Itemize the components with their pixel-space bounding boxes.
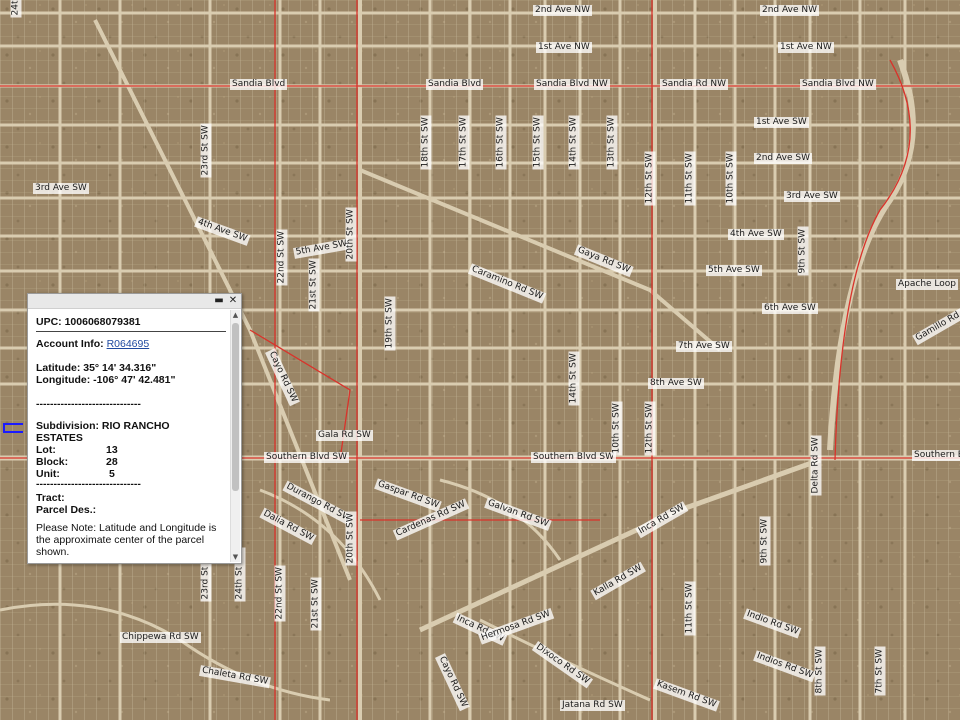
street-label: Apache Loop: [896, 279, 959, 290]
street-label: Cayo Rd SW: [435, 653, 470, 712]
street-label: 21st St SW: [308, 258, 320, 312]
street-label: Sandia Rd NW: [660, 79, 728, 90]
street-label: 7th St SW: [874, 646, 886, 696]
street-label: 1st Ave NW: [536, 42, 592, 53]
street-label: Inca Rd SW: [635, 501, 689, 539]
street-label: 4th Ave SW: [194, 216, 251, 246]
street-label: Gaspar Rd SW: [374, 478, 443, 513]
longitude-text: Longitude: -106° 47' 42.481": [36, 374, 176, 386]
street-label: 23rd St SW: [200, 123, 212, 178]
street-label: 8th St SW: [814, 646, 826, 696]
street-label: 9th St SW: [759, 516, 771, 566]
street-label: 22nd St SW: [276, 229, 288, 286]
close-icon[interactable]: ✕: [227, 295, 239, 307]
street-label: 19th St SW: [384, 296, 396, 351]
street-label: Dixoco Rd SW: [531, 640, 593, 689]
street-label: Chippewa Rd SW: [120, 632, 201, 643]
street-label: 15th St SW: [532, 115, 544, 170]
street-label: Gala Rd SW: [316, 430, 373, 441]
street-label: Southern Blvd SW: [531, 452, 616, 463]
street-label: 14th St SW: [568, 351, 580, 406]
street-label: 2nd Ave NW: [760, 5, 819, 16]
subdivision-text: Subdivision: RIO RANCHO: [36, 420, 170, 432]
street-label: Indio Rd SW: [743, 608, 802, 639]
account-info: Account Info: R064695: [36, 338, 149, 350]
street-label: 20th St SW: [345, 207, 357, 262]
divider: [36, 331, 226, 332]
street-label: 12th St SW: [644, 401, 656, 456]
street-label: 8th Ave SW: [648, 378, 704, 389]
lot-value: 13: [106, 444, 118, 456]
scroll-down-icon[interactable]: ▼: [231, 552, 240, 562]
street-label: Cayo Rd SW: [265, 348, 300, 407]
street-label: 3rd Ave SW: [33, 183, 89, 194]
street-label: Hermosa Rd SW: [478, 608, 554, 645]
street-label: 5th Ave SW: [706, 265, 762, 276]
street-label: Chaleta Rd SW: [199, 665, 271, 689]
subdivision-text-cont: ESTATES: [36, 432, 83, 444]
coordinates-note: Please Note: Latitude and Longitude is t…: [36, 522, 217, 558]
street-label: 5th Ave SW: [293, 238, 350, 259]
street-label: 7th Ave SW: [676, 341, 732, 352]
upc-text: UPC: 1006068079381: [36, 316, 141, 328]
street-label: Sandia Blvd NW: [534, 79, 610, 90]
lot-label: Lot:: [36, 444, 56, 456]
latitude-text: Latitude: 35° 14' 34.316": [36, 362, 157, 374]
dash-separator: ------------------------------: [36, 398, 141, 410]
street-label: Kasem Rd SW: [653, 678, 720, 712]
street-label: Southern Blvd SW: [264, 452, 349, 463]
street-label: 17th St SW: [458, 115, 470, 170]
tract-label: Tract:: [36, 492, 65, 504]
account-label: Account Info:: [36, 338, 107, 350]
street-label: 3rd Ave SW: [784, 191, 840, 202]
block-value: 28: [106, 456, 118, 468]
minimize-icon[interactable]: ▬: [213, 295, 225, 307]
street-label: 6th Ave SW: [762, 303, 818, 314]
street-label: Kalla Rd SW: [590, 561, 647, 601]
street-label: 2nd Ave SW: [754, 153, 812, 164]
street-label: Gamillo Rd SW: [912, 300, 960, 346]
account-link[interactable]: R064695: [107, 338, 150, 350]
street-label: 14th St SW: [568, 115, 580, 170]
street-label: Indios Rd SW: [753, 650, 817, 683]
street-label: 1st Ave SW: [754, 117, 809, 128]
street-label: Delta Rd SW: [810, 435, 822, 496]
street-label: 12th St SW: [644, 151, 656, 206]
street-label: 16th St SW: [495, 115, 507, 170]
street-label: Durango Rd SW: [282, 480, 354, 526]
street-label: Caramino Rd SW: [467, 263, 547, 304]
selected-parcel-marker: [3, 423, 23, 433]
street-label: 11th St SW: [684, 581, 696, 636]
street-label: Gaya Rd SW: [573, 244, 634, 277]
street-label: Dalia Rd SW: [259, 507, 317, 546]
popup-titlebar: ▬ ✕: [28, 294, 241, 309]
dash-separator: ------------------------------: [36, 478, 141, 490]
street-label: 13th St SW: [606, 115, 618, 170]
street-label: Sandia Blvd NW: [800, 79, 876, 90]
scroll-thumb[interactable]: [232, 323, 239, 491]
street-label: 1st Ave NW: [778, 42, 834, 53]
street-label: 22nd St SW: [274, 565, 286, 622]
street-label: Southern Blvd: [912, 450, 960, 461]
parcel-info-popup: ▬ ✕ UPC: 1006068079381 Account Info: R06…: [27, 293, 242, 564]
street-label: 10th St SW: [611, 401, 623, 456]
block-label: Block:: [36, 456, 69, 468]
scroll-up-icon[interactable]: ▲: [231, 310, 240, 320]
street-label: 4th Ave SW: [728, 229, 784, 240]
street-label: 20th St SW: [345, 511, 357, 566]
street-label: Sandia Blvd: [230, 79, 288, 90]
street-label: 21st St SW: [310, 577, 322, 631]
street-label: 24th St SW: [10, 0, 22, 18]
parcel-desc-label: Parcel Des.:: [36, 504, 97, 516]
popup-scrollbar[interactable]: ▲ ▼: [230, 310, 240, 562]
street-label: 9th St SW: [797, 226, 809, 276]
street-label: 10th St SW: [725, 151, 737, 206]
street-label: Jatana Rd SW: [560, 700, 625, 711]
street-label: Sandia Blvd: [426, 79, 484, 90]
street-label: 2nd Ave NW: [533, 5, 592, 16]
street-label: 11th St SW: [684, 151, 696, 206]
street-label: Galvan Rd SW: [484, 497, 552, 531]
street-label: 18th St SW: [420, 115, 432, 170]
